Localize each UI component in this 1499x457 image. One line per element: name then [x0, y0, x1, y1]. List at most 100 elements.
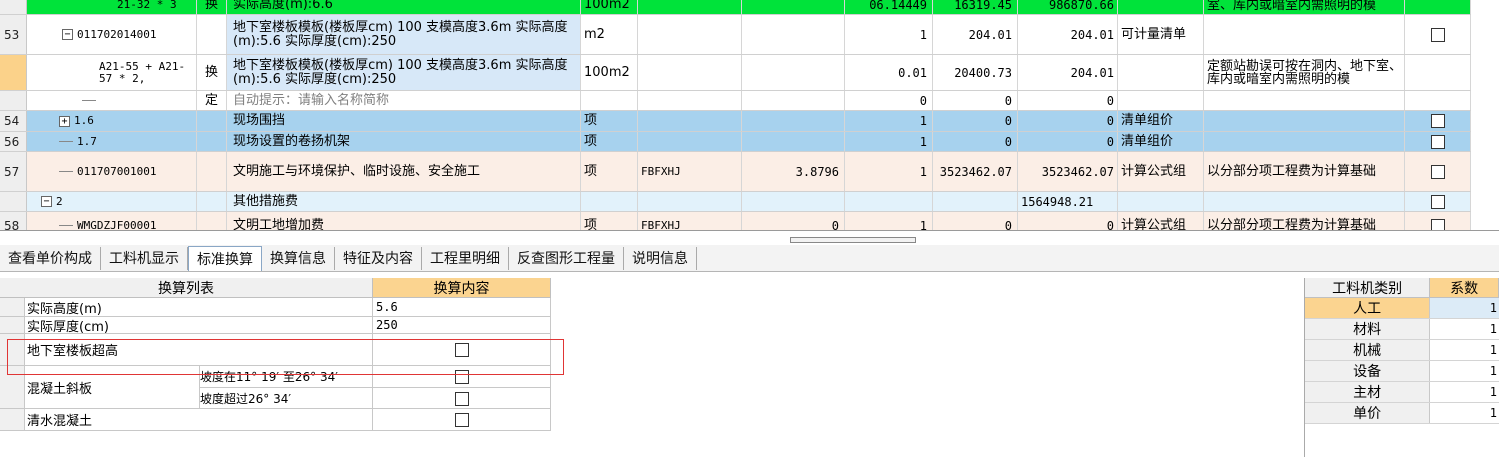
item-unit-price — [933, 192, 1018, 211]
item-name[interactable]: 现场设置的卷扬机架 — [227, 132, 581, 151]
item-calc-expr — [742, 132, 845, 151]
coefficient-value[interactable]: 1 — [1430, 361, 1499, 381]
item-name: 实际高度(m):6.6 — [227, 0, 581, 14]
coefficient-value[interactable]: 1 — [1430, 298, 1499, 318]
tab-unit-price-composition[interactable]: 查看单价构成 — [0, 246, 101, 270]
item-name[interactable]: 现场围挡 — [227, 111, 581, 131]
row-checkbox[interactable] — [1430, 218, 1445, 230]
item-total: 0 — [1018, 212, 1118, 230]
tab-conversion-info[interactable]: 换算信息 — [262, 246, 335, 270]
coefficient-value[interactable]: 1 — [1430, 340, 1499, 360]
tab-standard-conversion[interactable]: 标准换算 — [188, 245, 262, 271]
tab-features-content[interactable]: 特征及内容 — [335, 246, 422, 270]
grid-row[interactable]: 53 − 011702014001 地下室楼板模板(楼板厚cm) 100 支模高… — [0, 15, 1471, 55]
item-name[interactable]: 其他措施费 — [227, 192, 581, 211]
conversion-label: 实际高度(m) — [25, 298, 373, 316]
coefficient-row[interactable]: 主材 1 — [1305, 382, 1499, 403]
row-checkbox[interactable] — [1430, 114, 1445, 128]
tree-line — [59, 141, 73, 142]
item-expr — [638, 132, 742, 151]
item-method: 计算公式组 — [1118, 212, 1204, 230]
row-checkbox[interactable] — [1430, 134, 1445, 149]
row-checkbox[interactable] — [1430, 194, 1445, 209]
coefficient-row[interactable]: 机械 1 — [1305, 340, 1499, 361]
grid-row[interactable]: A21-55 + A21-57 * 2, 换 地下室楼板模板(楼板厚cm) 10… — [0, 55, 1471, 91]
grid-row[interactable]: 定 自动提示：请输入名称简称 0 0 0 — [0, 91, 1471, 111]
item-expr — [638, 0, 742, 14]
item-code: WMGDZJF00001 — [77, 218, 157, 231]
row-number — [0, 192, 27, 211]
item-code-cell: + 1.6 — [27, 111, 197, 131]
item-name[interactable]: 地下室楼板模板(楼板厚cm) 100 支模高度3.6m 实际高度(m):5.6 … — [227, 15, 581, 54]
conversion-row: 地下室楼板超高 — [0, 334, 551, 366]
conversion-checkbox-cell — [373, 366, 551, 388]
slope-range-2-checkbox[interactable] — [454, 391, 469, 406]
grid-row[interactable]: 54 + 1.6 现场围挡 项 1 0 0 清单组价 — [0, 111, 1471, 132]
item-type: 换 — [197, 0, 227, 14]
row-number: 56 — [0, 132, 27, 151]
panel-splitter[interactable] — [790, 237, 916, 243]
item-total: 986870.66 — [1018, 0, 1118, 14]
row-checkbox[interactable] — [1430, 27, 1445, 42]
coefficient-value[interactable]: 1 — [1430, 319, 1499, 339]
collapse-icon[interactable]: − — [62, 29, 73, 40]
item-checkbox-cell — [1405, 15, 1471, 54]
basement-slab-overheight-checkbox[interactable] — [454, 342, 469, 357]
expand-icon[interactable]: + — [59, 115, 70, 127]
fair-faced-concrete-checkbox[interactable] — [454, 412, 469, 427]
item-expr — [638, 55, 742, 90]
item-remark — [1204, 91, 1405, 110]
detail-tabs: 查看单价构成 工料机显示 标准换算 换算信息 特征及内容 工程里明细 反查图形工… — [0, 245, 1499, 272]
actual-height-input[interactable]: 5.6 — [373, 298, 551, 316]
row-gutter — [0, 409, 25, 430]
grid-row[interactable]: − 2 其他措施费 1564948.21 — [0, 192, 1471, 212]
conversion-label: 实际厚度(cm) — [25, 317, 373, 333]
item-checkbox-cell — [1405, 192, 1471, 211]
item-name[interactable]: 地下室楼板模板(楼板厚cm) 100 支模高度3.6m 实际高度(m):5.6 … — [227, 55, 581, 90]
item-type — [197, 15, 227, 54]
row-number — [0, 0, 27, 14]
grid-row[interactable]: 58 WMGDZJF00001 文明工地增加费 项 FBFXHJ 0 1 0 0… — [0, 212, 1471, 231]
coefficient-row[interactable]: 设备 1 — [1305, 361, 1499, 382]
item-expr — [638, 192, 742, 211]
item-calc-expr — [742, 15, 845, 54]
tab-quantity-details[interactable]: 工程里明细 — [422, 246, 509, 270]
conversion-checkbox-cell — [373, 409, 551, 430]
item-calc-expr: 3.8796 — [742, 152, 845, 191]
item-name[interactable]: 文明施工与环境保护、临时设施、安全施工 — [227, 152, 581, 191]
item-expr — [638, 15, 742, 54]
item-total: 0 — [1018, 132, 1118, 151]
conversion-label: 清水混凝土 — [25, 409, 373, 430]
conversion-content-header: 换算内容 — [373, 278, 551, 298]
tab-labor-material-machine[interactable]: 工料机显示 — [101, 246, 188, 270]
collapse-icon[interactable]: − — [41, 196, 52, 207]
category-header: 工料机类别 — [1305, 278, 1431, 298]
grid-row[interactable]: 57 011707001001 文明施工与环境保护、临时设施、安全施工 项 FB… — [0, 152, 1471, 192]
tree-line — [59, 225, 73, 226]
row-checkbox[interactable] — [1430, 164, 1445, 179]
coefficient-row[interactable]: 材料 1 — [1305, 319, 1499, 340]
row-number — [0, 91, 27, 110]
coefficient-value[interactable]: 1 — [1430, 382, 1499, 402]
item-type — [197, 111, 227, 131]
coefficient-value[interactable]: 1 — [1430, 403, 1499, 423]
tab-reverse-graphic-quantity[interactable]: 反查图形工程量 — [509, 246, 624, 270]
item-type — [197, 192, 227, 211]
conversion-sublabel: 坡度在11° 19′ 至26° 34′ — [200, 366, 373, 388]
actual-thickness-input[interactable]: 250 — [373, 317, 551, 333]
grid-row[interactable]: 21-32 * 3 换 实际高度(m):6.6 100m2 06.14449 1… — [0, 0, 1471, 15]
tab-description[interactable]: 说明信息 — [624, 246, 697, 270]
coefficient-row[interactable]: 人工 1 — [1305, 298, 1499, 319]
item-code: 011707001001 — [77, 164, 157, 178]
item-remark: 定额站勘误可按在洞内、地下室、库内或暗室内需照明的模 — [1204, 55, 1405, 90]
item-expr — [638, 111, 742, 131]
grid-row[interactable]: 56 1.7 现场设置的卷扬机架 项 1 0 0 清单组价 — [0, 132, 1471, 152]
item-name-hint[interactable]: 自动提示：请输入名称简称 — [227, 91, 581, 110]
tree-line — [82, 100, 96, 101]
item-unit-price: 204.01 — [933, 15, 1018, 54]
item-code-cell: − 2 — [27, 192, 197, 211]
slope-range-1-checkbox[interactable] — [454, 369, 469, 384]
item-qty: 1 — [845, 212, 933, 230]
item-name[interactable]: 文明工地增加费 — [227, 212, 581, 230]
coefficient-row[interactable]: 单价 1 — [1305, 403, 1499, 424]
